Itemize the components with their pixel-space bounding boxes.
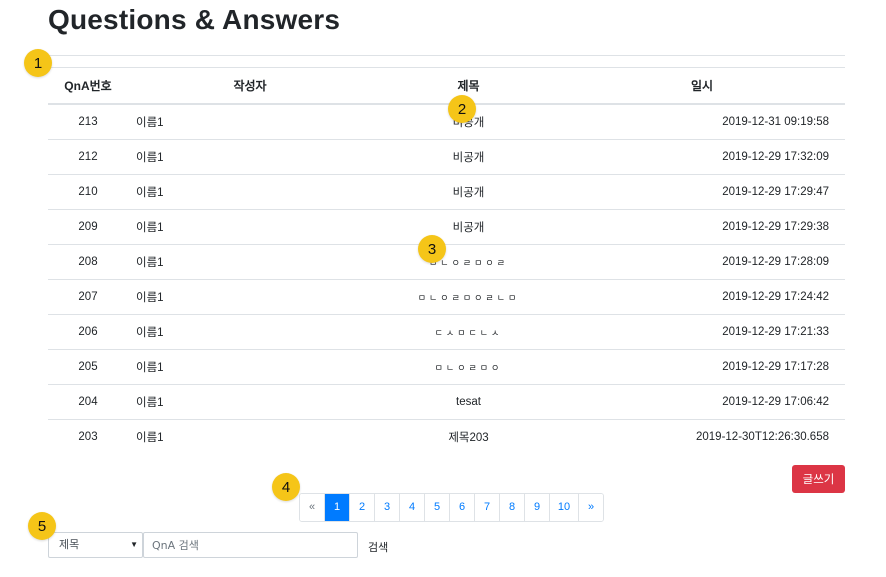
page-button-1[interactable]: 1: [324, 494, 349, 521]
table-row[interactable]: 203 이름1 제목203 2019-12-30T12:26:30.658: [48, 420, 845, 455]
qna-table: QnA번호 작성자 제목 일시 213 이름1 비공개 2019-12-31 0…: [48, 67, 845, 454]
row-writer: 이름1: [128, 104, 310, 140]
row-title-link[interactable]: ㅁㄴㅇㄹㅁㅇㄹ: [310, 244, 627, 280]
row-title-link[interactable]: ㅁㄴㅇㄹㅁㅇㄹㄴㅁ: [310, 279, 627, 315]
table-header-row: QnA번호 작성자 제목 일시: [48, 67, 845, 105]
annotation-marker-1: 1: [24, 49, 52, 77]
row-title-link[interactable]: tesat: [310, 384, 627, 420]
search-select-value: 제목: [59, 539, 80, 551]
row-date: 2019-12-29 17:24:42: [627, 279, 845, 315]
row-no: 213: [48, 104, 128, 140]
row-no: 208: [48, 244, 128, 280]
table-row[interactable]: 209 이름1 비공개 2019-12-29 17:29:38: [48, 209, 845, 245]
row-title[interactable]: 비공개: [310, 139, 627, 175]
row-title[interactable]: 비공개: [310, 174, 627, 210]
page-prev-button[interactable]: «: [300, 494, 324, 521]
row-date: 2019-12-29 17:28:09: [627, 244, 845, 280]
page-button-10[interactable]: 10: [549, 494, 578, 521]
row-no: 206: [48, 314, 128, 350]
page-button-2[interactable]: 2: [349, 494, 374, 521]
table-row[interactable]: 212 이름1 비공개 2019-12-29 17:32:09: [48, 139, 845, 175]
annotation-marker-2: 2: [448, 95, 476, 123]
table-row[interactable]: 207 이름1 ㅁㄴㅇㄹㅁㅇㄹㄴㅁ 2019-12-29 17:24:42: [48, 279, 845, 315]
row-no: 207: [48, 279, 128, 315]
table-row[interactable]: 208 이름1 ㅁㄴㅇㄹㅁㅇㄹ 2019-12-29 17:28:09: [48, 244, 845, 280]
row-date: 2019-12-31 09:19:58: [627, 104, 845, 140]
pagination: « 1 2 3 4 5 6 7 8 9 10 »: [299, 493, 604, 522]
row-no: 205: [48, 349, 128, 385]
caret-down-icon: ▼: [130, 540, 138, 549]
row-writer: 이름1: [128, 349, 310, 385]
row-title-link[interactable]: ㅁㄴㅇㄹㅁㅇ: [310, 349, 627, 385]
search-input[interactable]: [143, 532, 358, 558]
table-row[interactable]: 206 이름1 ㄷㅅㅁㄷㄴㅅ 2019-12-29 17:21:33: [48, 314, 845, 350]
row-writer: 이름1: [128, 209, 310, 245]
row-writer: 이름1: [136, 432, 164, 444]
page-button-7[interactable]: 7: [474, 494, 499, 521]
annotation-marker-3: 3: [418, 235, 446, 263]
write-button[interactable]: 글쓰기: [792, 465, 845, 493]
annotation-marker-5: 5: [28, 512, 56, 540]
annotation-marker-4: 4: [272, 473, 300, 501]
row-no: 203: [78, 431, 98, 443]
row-writer: 이름1: [128, 384, 310, 420]
page-button-9[interactable]: 9: [524, 494, 549, 521]
header-writer: 작성자: [128, 67, 310, 105]
table-row[interactable]: 213 이름1 비공개 2019-12-31 09:19:58: [48, 104, 845, 140]
row-no: 204: [48, 384, 128, 420]
row-writer: 이름1: [128, 244, 310, 280]
page-button-5[interactable]: 5: [424, 494, 449, 521]
page-button-6[interactable]: 6: [449, 494, 474, 521]
table-row[interactable]: 204 이름1 tesat 2019-12-29 17:06:42: [48, 384, 845, 420]
row-writer: 이름1: [128, 174, 310, 210]
row-writer: 이름1: [128, 139, 310, 175]
header-date: 일시: [627, 67, 845, 105]
row-writer: 이름1: [128, 314, 310, 350]
row-date: 2019-12-29 17:06:42: [627, 384, 845, 420]
row-date: 2019-12-29 17:29:47: [627, 174, 845, 210]
page-button-8[interactable]: 8: [499, 494, 524, 521]
row-no: 209: [48, 209, 128, 245]
divider: [48, 55, 845, 56]
search-button[interactable]: 검색: [368, 539, 388, 555]
row-date: 2019-12-30T12:26:30.658: [696, 431, 829, 443]
row-date: 2019-12-29 17:29:38: [627, 209, 845, 245]
row-title-link[interactable]: 제목203: [310, 420, 627, 455]
row-date: 2019-12-29 17:32:09: [627, 139, 845, 175]
row-date: 2019-12-29 17:21:33: [627, 314, 845, 350]
header-no: QnA번호: [48, 67, 128, 105]
row-writer: 이름1: [128, 279, 310, 315]
row-title[interactable]: 비공개: [310, 209, 627, 245]
page-next-button[interactable]: »: [578, 494, 603, 521]
table-row[interactable]: 205 이름1 ㅁㄴㅇㄹㅁㅇ 2019-12-29 17:17:28: [48, 349, 845, 385]
page-button-4[interactable]: 4: [399, 494, 424, 521]
row-no: 210: [48, 174, 128, 210]
page-button-3[interactable]: 3: [374, 494, 399, 521]
page-title: Questions & Answers: [48, 4, 341, 35]
table-row[interactable]: 210 이름1 비공개 2019-12-29 17:29:47: [48, 174, 845, 210]
row-date: 2019-12-29 17:17:28: [627, 349, 845, 385]
row-title-link[interactable]: ㄷㅅㅁㄷㄴㅅ: [310, 314, 627, 350]
search-field-select[interactable]: 제목 ▼: [48, 532, 143, 558]
row-no: 212: [48, 139, 128, 175]
